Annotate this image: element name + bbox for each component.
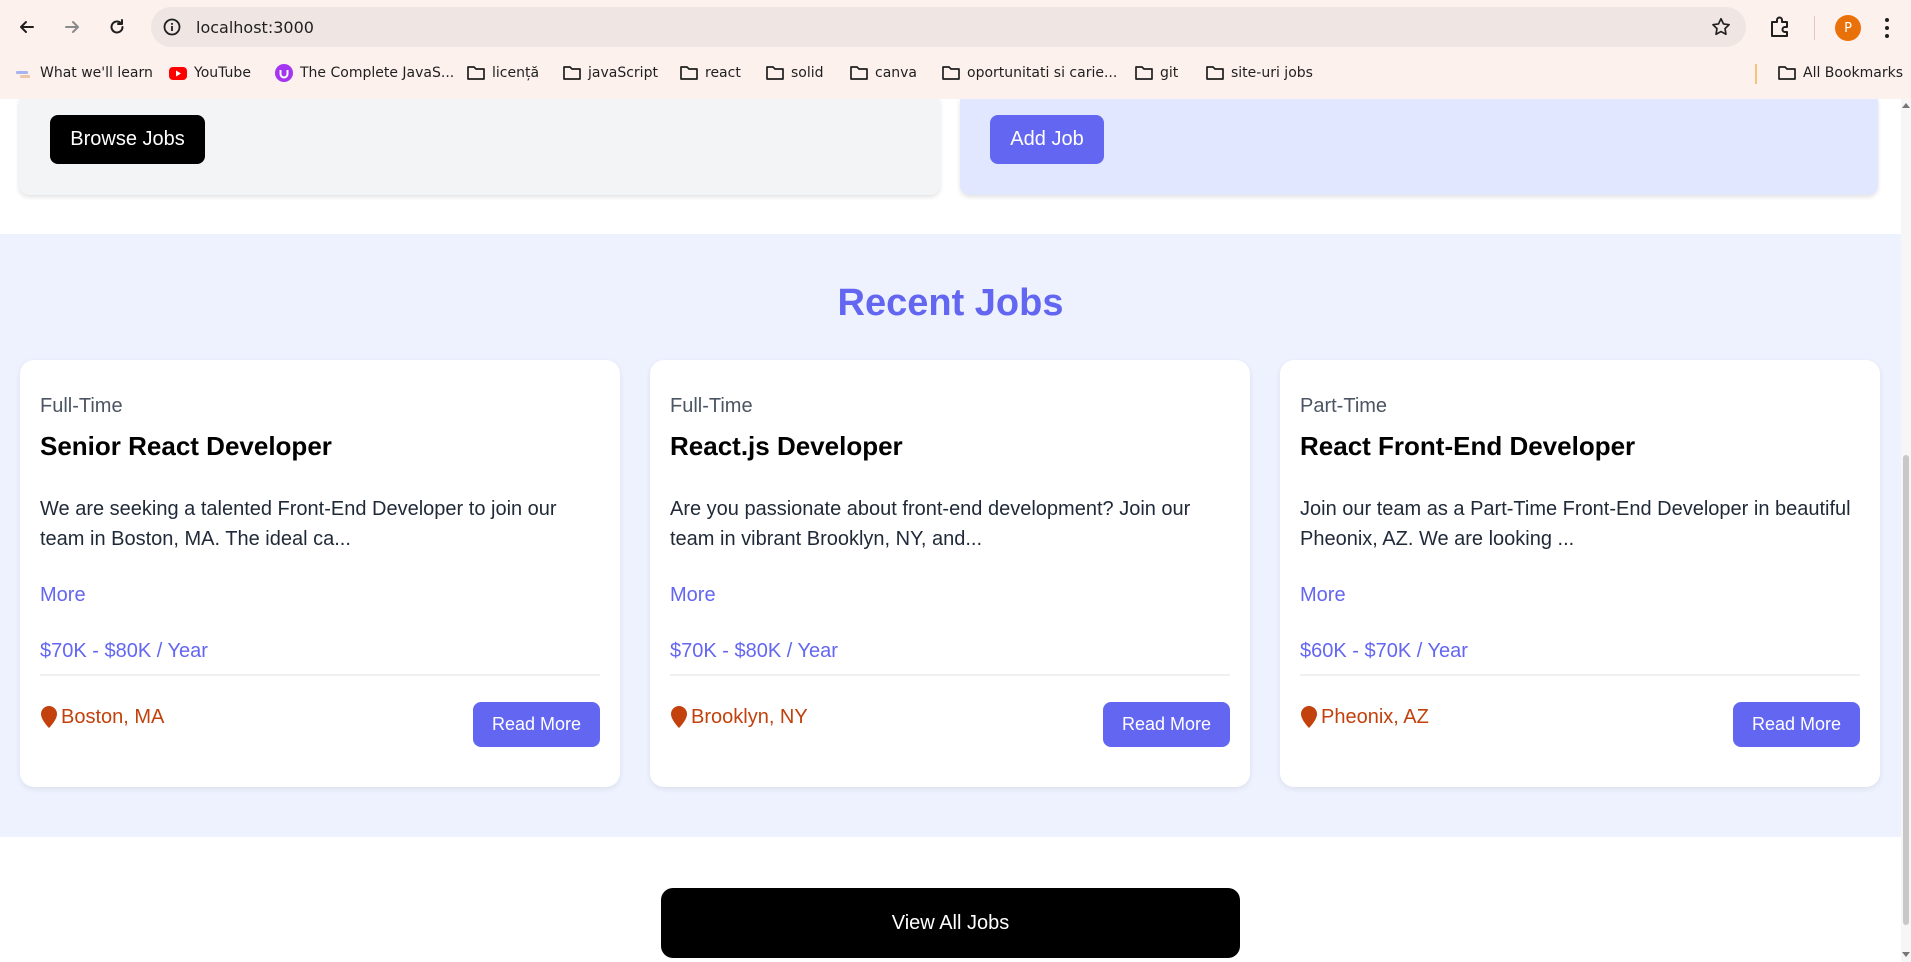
card-divider: [1300, 674, 1860, 676]
reload-button[interactable]: [101, 11, 133, 43]
bookmark-star-icon[interactable]: [1710, 16, 1732, 38]
bookmark-folder[interactable]: react: [679, 62, 741, 84]
map-pin-icon: [671, 706, 687, 728]
read-more-button[interactable]: Read More: [1103, 702, 1230, 747]
job-title: React.js Developer: [670, 431, 903, 461]
folder-icon: [467, 66, 485, 80]
read-more-button[interactable]: Read More: [1733, 702, 1860, 747]
bookmark-folder[interactable]: solid: [765, 62, 824, 84]
folder-icon: [1206, 66, 1224, 80]
back-button[interactable]: [11, 11, 43, 43]
job-description: Are you passionate about front-end devel…: [670, 498, 1191, 550]
bookmark-label: All Bookmarks: [1803, 65, 1904, 81]
page-scrollbar[interactable]: [1901, 99, 1911, 962]
udemy-icon: [275, 64, 293, 82]
job-type: Full-Time: [40, 395, 123, 417]
more-link[interactable]: More: [670, 584, 716, 607]
card-divider: [670, 674, 1230, 676]
bookmark-folder[interactable]: git: [1134, 62, 1178, 84]
browser-toolbar: localhost:3000 P: [0, 0, 1911, 54]
job-type: Full-Time: [670, 395, 753, 417]
job-card: Part-Time React Front-End Developer Join…: [1280, 360, 1880, 787]
for-employers-card: Add Job: [960, 99, 1878, 195]
job-card: Full-Time Senior React Developer We are …: [20, 360, 620, 787]
browser-chrome: localhost:3000 P What we'll learn YouTub…: [0, 0, 1911, 99]
menu-kebab-icon[interactable]: [1882, 14, 1892, 42]
map-pin-icon: [41, 706, 57, 728]
folder-icon: [1778, 66, 1796, 80]
scrollbar-thumb[interactable]: [1903, 455, 1909, 925]
location-text: Pheonix, AZ: [1321, 705, 1429, 728]
job-title: React Front-End Developer: [1300, 431, 1636, 461]
forward-button[interactable]: [56, 11, 88, 43]
bookmark-folder[interactable]: licență: [466, 62, 539, 84]
bookmark-label: What we'll learn: [40, 65, 153, 81]
bookmark-folder[interactable]: canva: [849, 62, 917, 84]
bookmark-label: git: [1160, 65, 1179, 81]
card-divider: [40, 674, 600, 676]
toolbar-divider: [1814, 16, 1815, 40]
bookmark-label: The Complete JavaS...: [300, 65, 455, 81]
bookmark-label: react: [705, 65, 741, 81]
reload-icon: [110, 19, 124, 34]
bookmark-label: oportunitati si carie...: [967, 65, 1118, 81]
bookmark-item[interactable]: The Complete JavaS...: [274, 62, 454, 84]
bookmark-label: licență: [492, 65, 540, 81]
for-developers-card: Browse Jobs: [19, 99, 940, 195]
address-bar[interactable]: localhost:3000: [151, 7, 1746, 47]
folder-icon: [1135, 66, 1153, 80]
profile-avatar[interactable]: P: [1835, 15, 1861, 41]
bookmark-label: javaScript: [588, 65, 658, 81]
url-text: localhost:3000: [196, 18, 314, 37]
bookmark-item[interactable]: What we'll learn: [14, 62, 153, 84]
all-bookmarks-folder[interactable]: All Bookmarks: [1777, 62, 1903, 84]
folder-icon: [563, 66, 581, 80]
bookmarks-separator: [1755, 64, 1757, 84]
section-title: Recent Jobs: [837, 282, 1064, 324]
job-description: Join our team as a Part-Time Front-End D…: [1300, 498, 1851, 550]
folder-icon: [766, 66, 784, 80]
browse-jobs-button[interactable]: Browse Jobs: [50, 115, 205, 164]
arrow-left-icon: [20, 21, 34, 33]
scroll-up-arrow-icon[interactable]: [1902, 103, 1910, 108]
site-info-icon[interactable]: [162, 17, 182, 37]
bookmark-label: solid: [791, 65, 824, 81]
folder-icon: [680, 66, 698, 80]
map-pin-icon: [1301, 706, 1317, 728]
bookmark-folder[interactable]: javaScript: [562, 62, 658, 84]
bookmark-label: YouTube: [194, 65, 251, 81]
job-location: Pheonix, AZ: [1300, 705, 1429, 729]
more-link[interactable]: More: [40, 584, 86, 607]
job-salary: $60K - $70K / Year: [1300, 640, 1468, 662]
job-salary: $70K - $80K / Year: [40, 640, 208, 662]
job-description: We are seeking a talented Front-End Deve…: [40, 498, 557, 550]
page-icon: [16, 71, 30, 78]
more-link[interactable]: More: [1300, 584, 1346, 607]
job-salary: $70K - $80K / Year: [670, 640, 838, 662]
job-location: Brooklyn, NY: [670, 705, 808, 729]
scroll-down-arrow-icon[interactable]: [1902, 952, 1910, 957]
youtube-icon: [169, 67, 187, 80]
page-content: Browse Jobs Add Job Recent Jobs Full-Tim…: [0, 99, 1901, 962]
job-card: Full-Time React.js Developer Are you pas…: [650, 360, 1250, 787]
bookmark-label: site-uri jobs: [1231, 65, 1313, 81]
job-title: Senior React Developer: [40, 431, 332, 461]
bookmark-label: canva: [875, 65, 918, 81]
job-location: Boston, MA: [40, 705, 164, 729]
view-all-jobs-button[interactable]: View All Jobs: [661, 888, 1240, 958]
folder-icon: [850, 66, 868, 80]
arrow-right-icon: [65, 21, 79, 33]
job-type: Part-Time: [1300, 395, 1388, 417]
bookmark-item[interactable]: YouTube: [168, 62, 251, 84]
read-more-button[interactable]: Read More: [473, 702, 600, 747]
location-text: Brooklyn, NY: [691, 705, 808, 728]
bookmark-folder[interactable]: oportunitati si carie...: [941, 62, 1117, 84]
recent-jobs-section: Recent Jobs Full-Time Senior React Devel…: [0, 234, 1901, 837]
bookmark-folder[interactable]: site-uri jobs: [1205, 62, 1313, 84]
extensions-icon[interactable]: [1766, 13, 1794, 41]
location-text: Boston, MA: [61, 705, 165, 728]
add-job-button[interactable]: Add Job: [990, 115, 1104, 164]
folder-icon: [942, 66, 960, 80]
bookmarks-bar: What we'll learn YouTube The Complete Ja…: [0, 58, 1911, 88]
